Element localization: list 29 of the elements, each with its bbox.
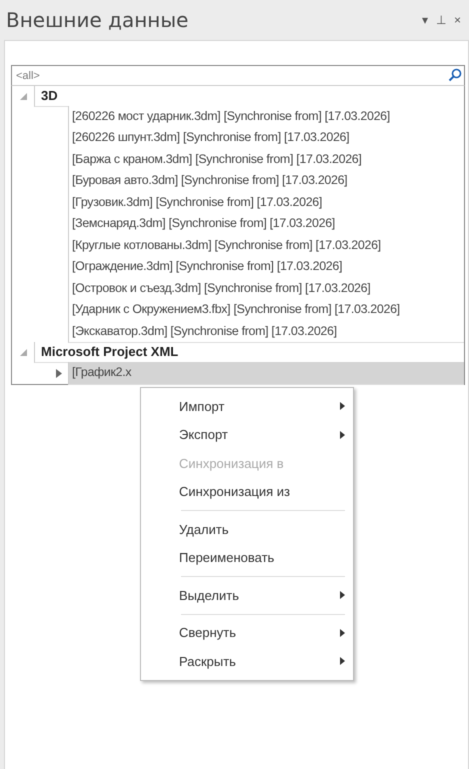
tree-item[interactable]: [Ограждение.3dm] [Synchronise from] [17.03.2026] [68, 256, 464, 278]
search-field[interactable]: <all> [11, 65, 465, 86]
tree-item[interactable]: [260226 мост ударник.3dm] [Synchronise from] [17.03.2026] [68, 106, 464, 128]
expand-toggle-icon[interactable] [20, 92, 26, 100]
window-control[interactable]: × [454, 13, 461, 27]
search-icon[interactable] [448, 68, 462, 82]
tree-item[interactable]: [Земснаряд.3dm] [Synchronise from] [17.03.2026] [68, 213, 464, 236]
menu-item[interactable]: Переименовать [141, 544, 353, 572]
tree-item[interactable]: [260226 шпунт.3dm] [Synchronise from] [17.03.2026] [68, 127, 464, 150]
menu-item[interactable]: Удалить [141, 515, 353, 544]
window-control[interactable]: ▾ [422, 13, 428, 27]
tree-item[interactable]: [Экскаватор.3dm] [Synchronise from] [17.03.2026] [68, 320, 464, 343]
menu-item[interactable]: Выделить [141, 581, 353, 610]
menu-item[interactable]: Синхронизация из [141, 478, 353, 506]
menu-item[interactable]: Свернуть [141, 618, 353, 647]
window-title: Внешние данные [6, 8, 190, 32]
menu-item[interactable]: Экспорт [141, 420, 353, 449]
tree-item[interactable]: [Ударник с Окружением3.fbx] [Synchronise from] [17.03.2026] [68, 299, 464, 322]
tree-item[interactable]: [Круглые котлованы.3dm] [Synchronise from] [17.03.2026] [68, 234, 464, 257]
window-control[interactable]: ⊥ [436, 13, 446, 27]
tree-item[interactable]: [Баржа с краном.3dm] [Synchronise from] [17.03.2026] [68, 148, 464, 171]
menu-item[interactable]: Раскрыть [141, 647, 353, 676]
expand-toggle-icon[interactable] [20, 349, 26, 356]
tree-item[interactable]: [Буровая авто.3dm] [Synchronise from] [17.03.2026] [68, 170, 464, 192]
menu-item[interactable]: Импорт [141, 392, 353, 420]
tree-item[interactable]: [График2.x [68, 362, 464, 384]
tree-item[interactable]: [Грузовик.3dm] [Synchronise from] [17.03.2026] [68, 192, 464, 214]
tree-item[interactable]: [Островок и съезд.3dm] [Synchronise from] [17.03.2026] [68, 278, 464, 300]
expand-arrow-icon[interactable] [56, 368, 62, 378]
